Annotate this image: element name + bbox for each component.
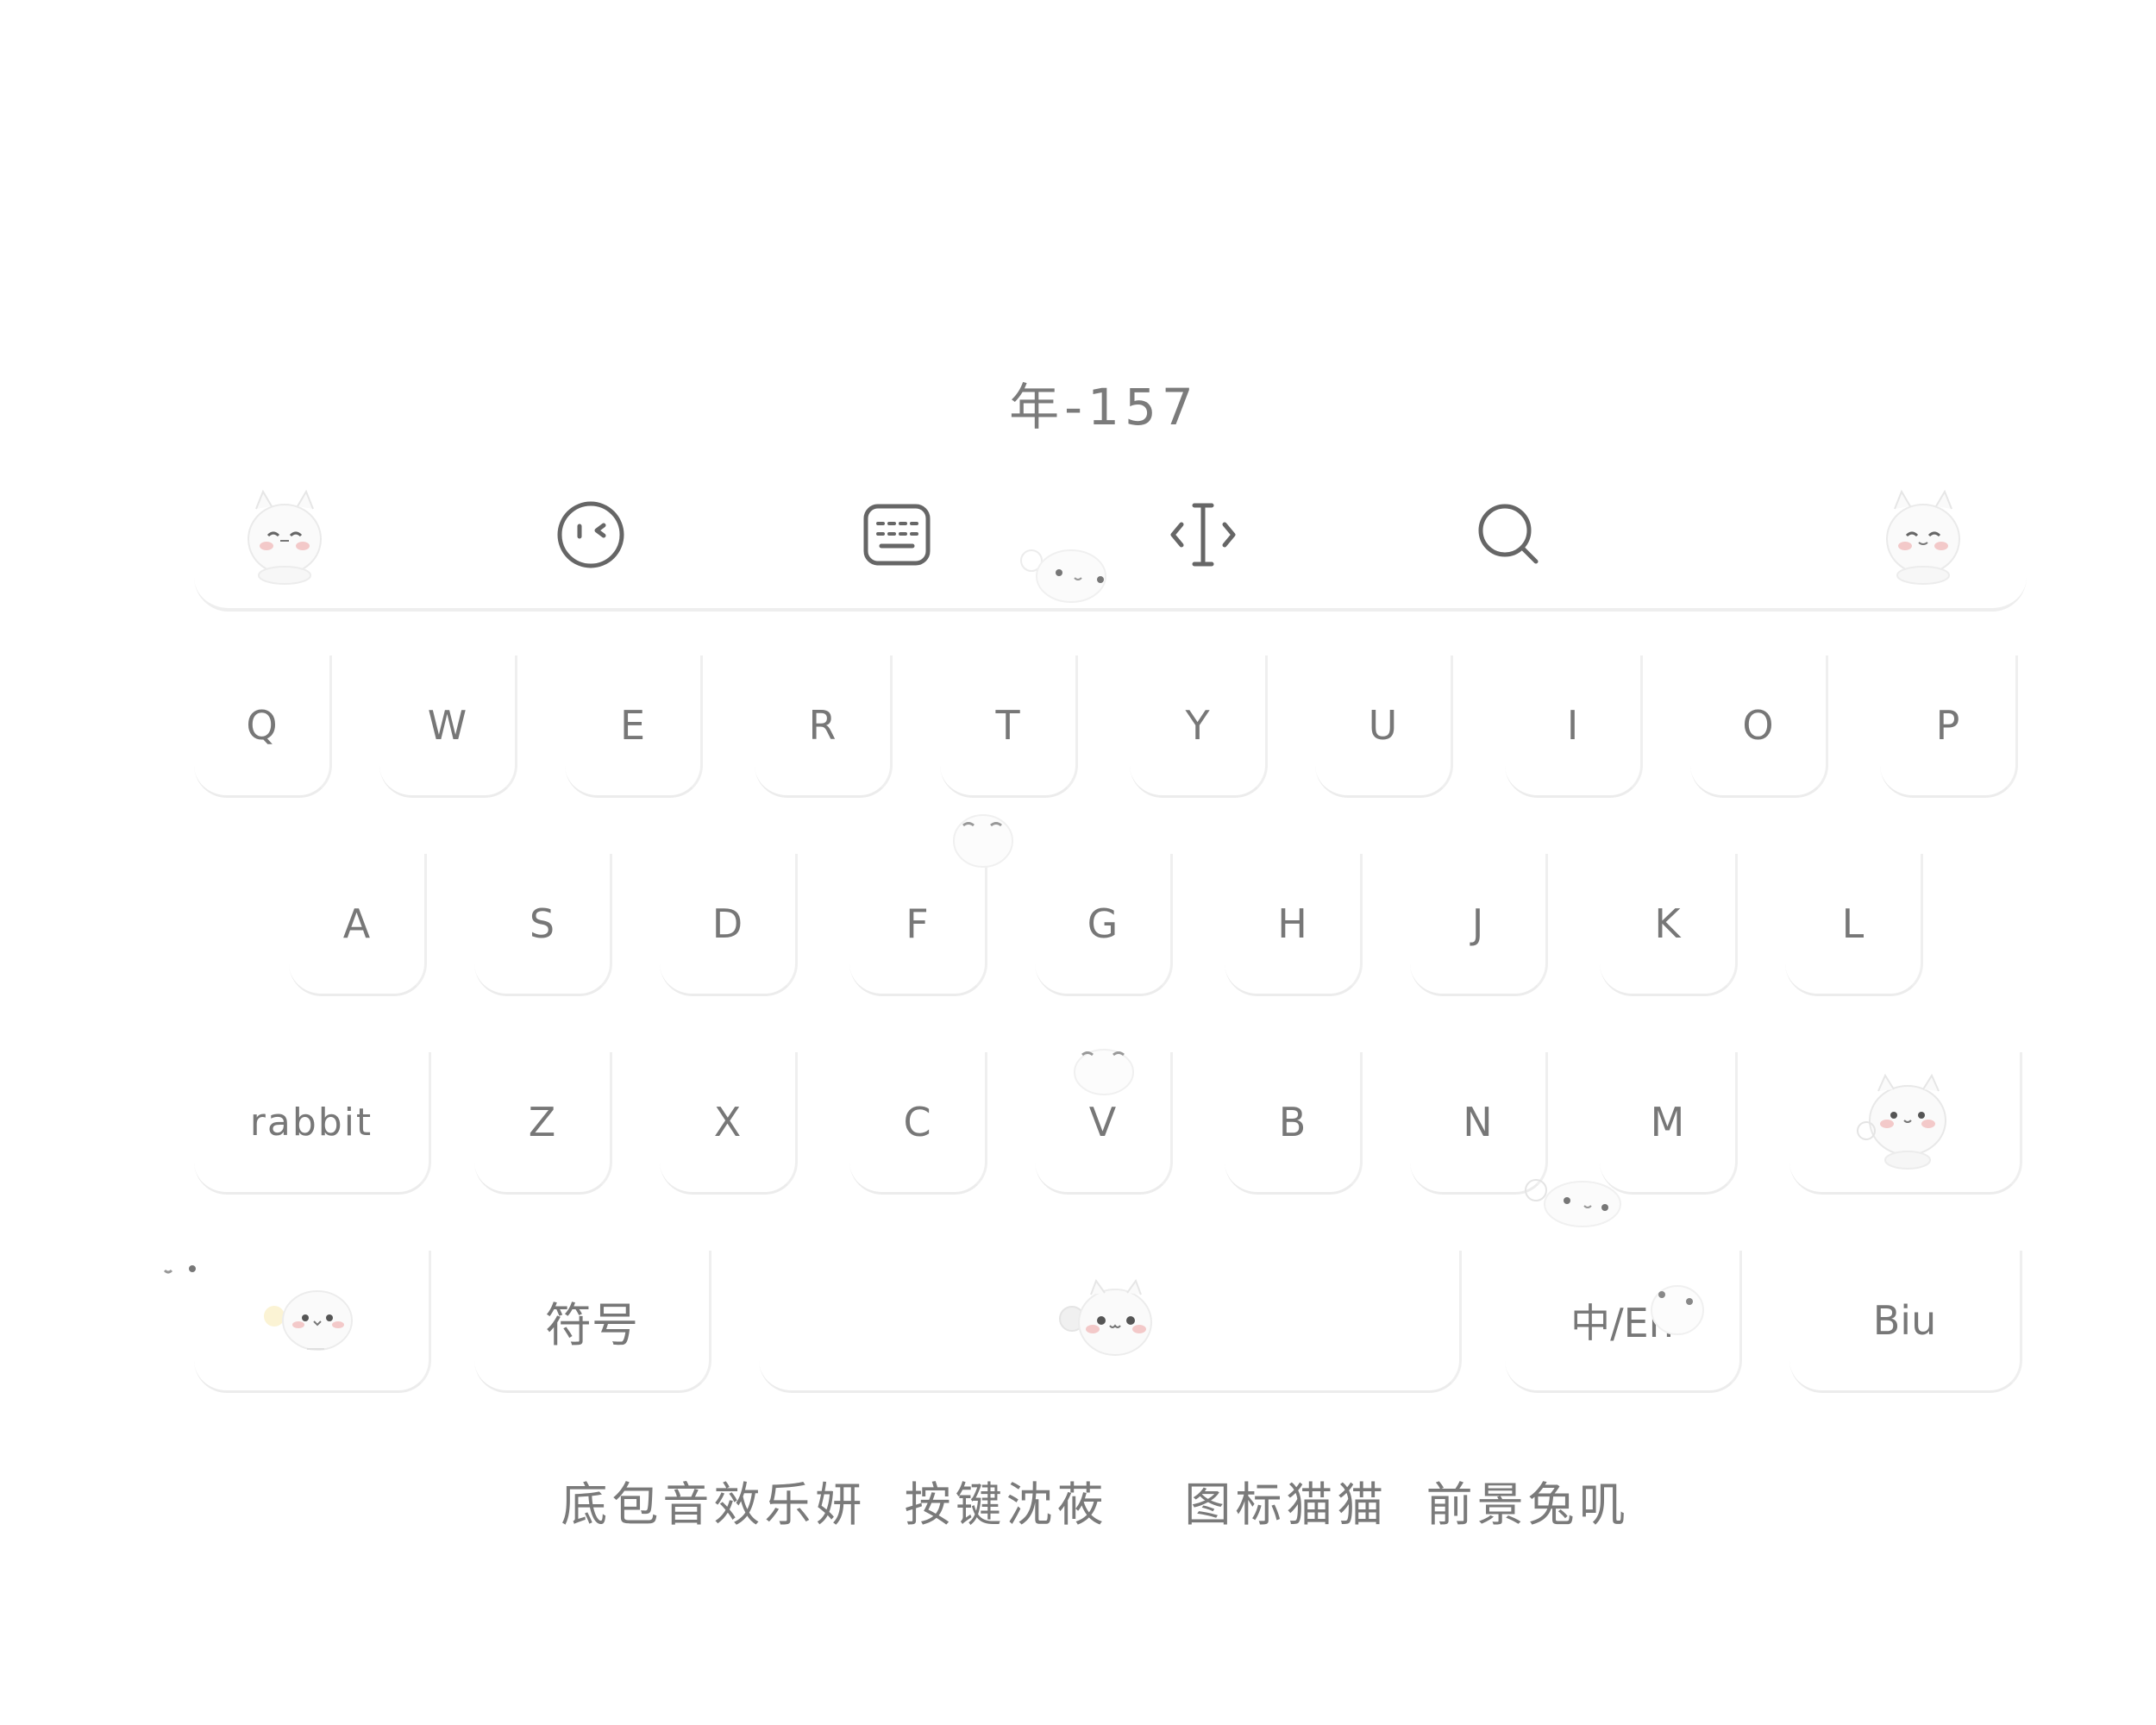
key-o[interactable]: O <box>1690 656 1828 798</box>
key-q[interactable]: Q <box>194 656 332 798</box>
key-b[interactable]: B <box>1225 1052 1363 1195</box>
key-r[interactable]: R <box>755 656 893 798</box>
text-cursor-icon[interactable] <box>1147 479 1259 591</box>
floating-bunny-icon <box>1525 1179 1621 1227</box>
theme-credits: 底包音效乐妍 按键沈莜 图标猫猫 前景兔叽 <box>561 1477 1630 1532</box>
theme-title: 年-157 <box>1009 378 1199 436</box>
key-symbols[interactable]: 符号 <box>474 1251 711 1393</box>
bunny-mascot-icon[interactable] <box>229 479 341 591</box>
key-u[interactable]: U <box>1315 656 1453 798</box>
key-k[interactable]: K <box>1600 854 1738 996</box>
floating-bunny-icon <box>953 814 1013 868</box>
keyboard-icon[interactable] <box>841 479 953 591</box>
key-e[interactable]: E <box>565 656 703 798</box>
floating-bunny-icon <box>1651 1285 1704 1335</box>
key-z[interactable]: Z <box>474 1052 612 1195</box>
bunny-mascot-icon <box>1059 1278 1152 1356</box>
key-i[interactable]: I <box>1505 656 1643 798</box>
key-w[interactable]: W <box>379 656 517 798</box>
key-rabbit[interactable]: rabbit <box>194 1052 431 1195</box>
key-l[interactable]: L <box>1785 854 1923 996</box>
bunny-mascot-icon <box>264 1290 353 1351</box>
key-t[interactable]: T <box>940 656 1078 798</box>
key-emoji-mascot[interactable] <box>194 1251 431 1393</box>
key-biu[interactable]: Biu <box>1789 1251 2022 1393</box>
floating-bunny-icon <box>1074 1049 1134 1095</box>
key-c[interactable]: C <box>849 1052 987 1195</box>
key-g[interactable]: G <box>1035 854 1173 996</box>
key-p[interactable]: P <box>1880 656 2018 798</box>
key-a[interactable]: A <box>289 854 427 996</box>
key-x[interactable]: X <box>660 1052 798 1195</box>
key-d[interactable]: D <box>660 854 798 996</box>
floating-bunny-icon <box>1020 549 1106 603</box>
key-space[interactable] <box>759 1251 1462 1393</box>
key-s[interactable]: S <box>474 854 612 996</box>
emoji-face-icon[interactable] <box>535 479 647 591</box>
bunny-mascot-icon[interactable] <box>1867 479 1979 591</box>
search-icon[interactable] <box>1453 479 1565 591</box>
floating-bunny-icon <box>163 1265 196 1274</box>
key-j[interactable]: J <box>1410 854 1548 996</box>
key-y[interactable]: Y <box>1130 656 1268 798</box>
key-backspace[interactable] <box>1789 1052 2022 1195</box>
key-h[interactable]: H <box>1225 854 1363 996</box>
bunny-mascot-icon <box>1856 1073 1946 1170</box>
